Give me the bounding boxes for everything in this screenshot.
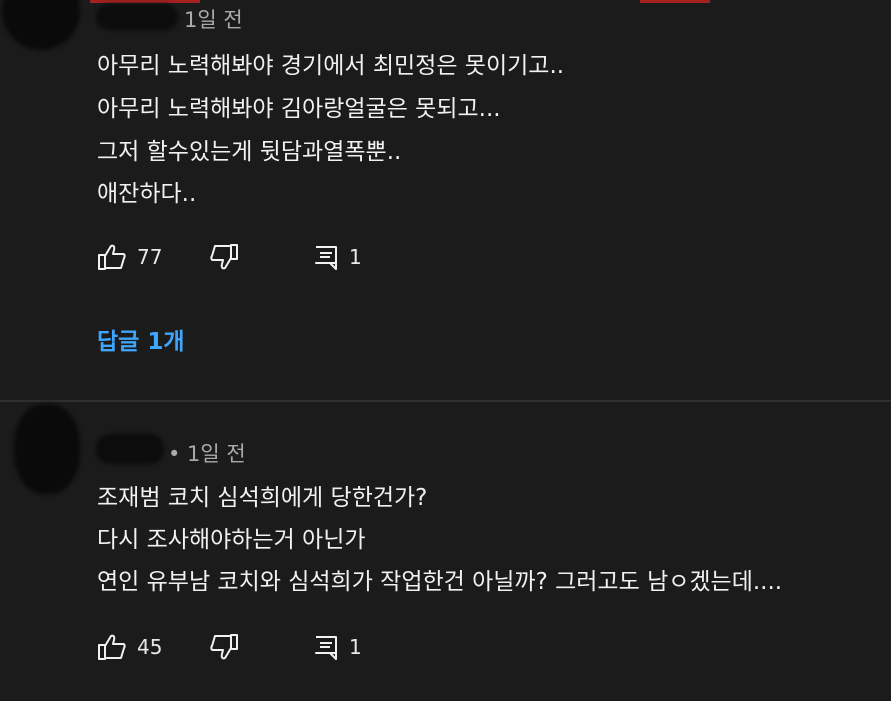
dislike-button[interactable] xyxy=(209,632,239,662)
author-name-redacted[interactable] xyxy=(96,4,178,30)
comment-icon xyxy=(313,632,339,662)
reply-count: 1 xyxy=(349,245,362,269)
dislike-button[interactable] xyxy=(209,242,239,272)
comment-time: • 1일 전 xyxy=(168,442,246,466)
thumbs-down-icon xyxy=(209,242,239,272)
comment-text-line: 그저 할수있는게 뒷담과열폭뿐.. xyxy=(97,139,402,165)
avatar[interactable] xyxy=(14,404,80,494)
comment-text-line: 다시 조사해야하는거 아닌가 xyxy=(97,527,366,553)
thumbs-up-icon xyxy=(97,242,127,272)
like-button[interactable]: 77 xyxy=(97,242,162,272)
comment-actions: 77 1 xyxy=(97,242,497,272)
reply-count: 1 xyxy=(349,635,362,659)
reply-button[interactable]: 1 xyxy=(313,632,362,662)
like-count: 77 xyxy=(137,245,163,269)
comment-text-line: 조재범 코치 심석희에게 당한건가? xyxy=(97,485,428,511)
comment-icon xyxy=(313,242,339,272)
thumbs-down-icon xyxy=(209,632,239,662)
comment-text-line: 애잔하다.. xyxy=(97,181,197,207)
comment-thread: 1일 전 아무리 노력해봐야 경기에서 최민정은 못이기고.. 아무리 노력해봐… xyxy=(0,0,891,400)
author-name-redacted[interactable] xyxy=(96,434,164,464)
comment-text-line: 아무리 노력해봐야 경기에서 최민정은 못이기고.. xyxy=(97,53,565,79)
comment-actions: 45 1 xyxy=(97,632,497,662)
like-button[interactable]: 45 xyxy=(97,632,162,662)
comment-thread: • 1일 전 조재범 코치 심석희에게 당한건가? 다시 조사해야하는거 아닌가… xyxy=(0,402,891,701)
reply-button[interactable]: 1 xyxy=(313,242,362,272)
comment-time: 1일 전 xyxy=(184,8,243,32)
like-count: 45 xyxy=(137,635,163,659)
thumbs-up-icon xyxy=(97,632,127,662)
comment-text-line: 연인 유부남 코치와 심석희가 작업한건 아닐까? 그러고도 남ㅇ겠는데.... xyxy=(97,569,783,595)
comment-text-line: 아무리 노력해봐야 김아랑얼굴은 못되고... xyxy=(97,96,501,122)
avatar[interactable] xyxy=(2,0,80,50)
view-replies-link[interactable]: 답글 1개 xyxy=(97,322,185,356)
